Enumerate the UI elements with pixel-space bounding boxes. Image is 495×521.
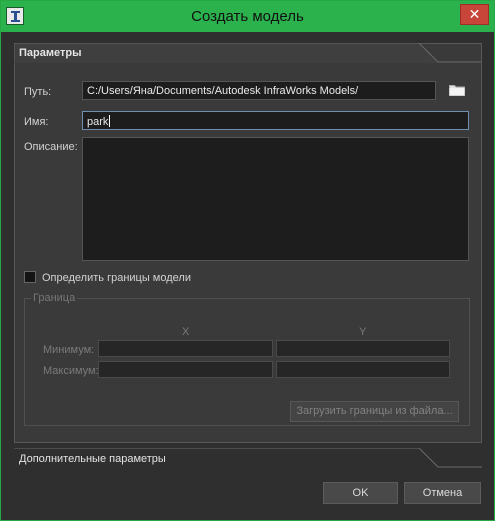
path-label: Путь: xyxy=(24,86,52,98)
column-y-label: Y xyxy=(359,326,367,338)
define-bounds-checkbox[interactable] xyxy=(24,271,36,283)
name-value: park xyxy=(87,116,109,128)
path-field[interactable]: C:/Users/Яна/Documents/Autodesk InfraWor… xyxy=(82,81,436,100)
name-field[interactable]: park xyxy=(82,111,469,130)
create-model-dialog: Создать модель ✕ Параметры Путь: C:/User… xyxy=(0,0,495,521)
cancel-button[interactable]: Отмена xyxy=(404,482,481,504)
parameters-section-header[interactable]: Параметры xyxy=(14,43,482,63)
text-caret xyxy=(109,115,111,127)
max-label: Максимум: xyxy=(43,365,99,377)
ok-button[interactable]: OK xyxy=(323,482,398,504)
advanced-label: Дополнительные параметры xyxy=(19,453,166,465)
parameters-tab-label: Параметры xyxy=(19,47,82,59)
description-field[interactable] xyxy=(82,137,469,261)
section-header-shape xyxy=(14,43,482,63)
path-value: C:/Users/Яна/Documents/Autodesk InfraWor… xyxy=(87,85,359,97)
define-bounds-label[interactable]: Определить границы модели xyxy=(42,272,191,284)
min-y-field xyxy=(276,340,450,357)
folder-icon[interactable] xyxy=(449,84,465,96)
parameters-panel: Параметры Путь: C:/Users/Яна/Documents/A… xyxy=(14,43,482,443)
min-label: Минимум: xyxy=(43,344,95,356)
bounds-group-title: Граница xyxy=(31,292,78,304)
title-bar[interactable]: Создать модель ✕ xyxy=(1,1,494,32)
name-label: Имя: xyxy=(24,116,49,128)
max-x-field xyxy=(98,361,273,378)
max-y-field xyxy=(276,361,450,378)
close-button[interactable]: ✕ xyxy=(460,4,489,25)
window-title: Создать модель xyxy=(191,8,304,25)
bounds-group: Граница X Y Минимум: Максимум: Загрузить… xyxy=(24,292,470,426)
description-label: Описание: xyxy=(24,141,78,153)
load-bounds-button[interactable]: Загрузить границы из файла... xyxy=(290,401,459,422)
column-x-label: X xyxy=(182,326,190,338)
min-x-field xyxy=(98,340,273,357)
advanced-section-header[interactable]: Дополнительные параметры xyxy=(14,447,482,470)
